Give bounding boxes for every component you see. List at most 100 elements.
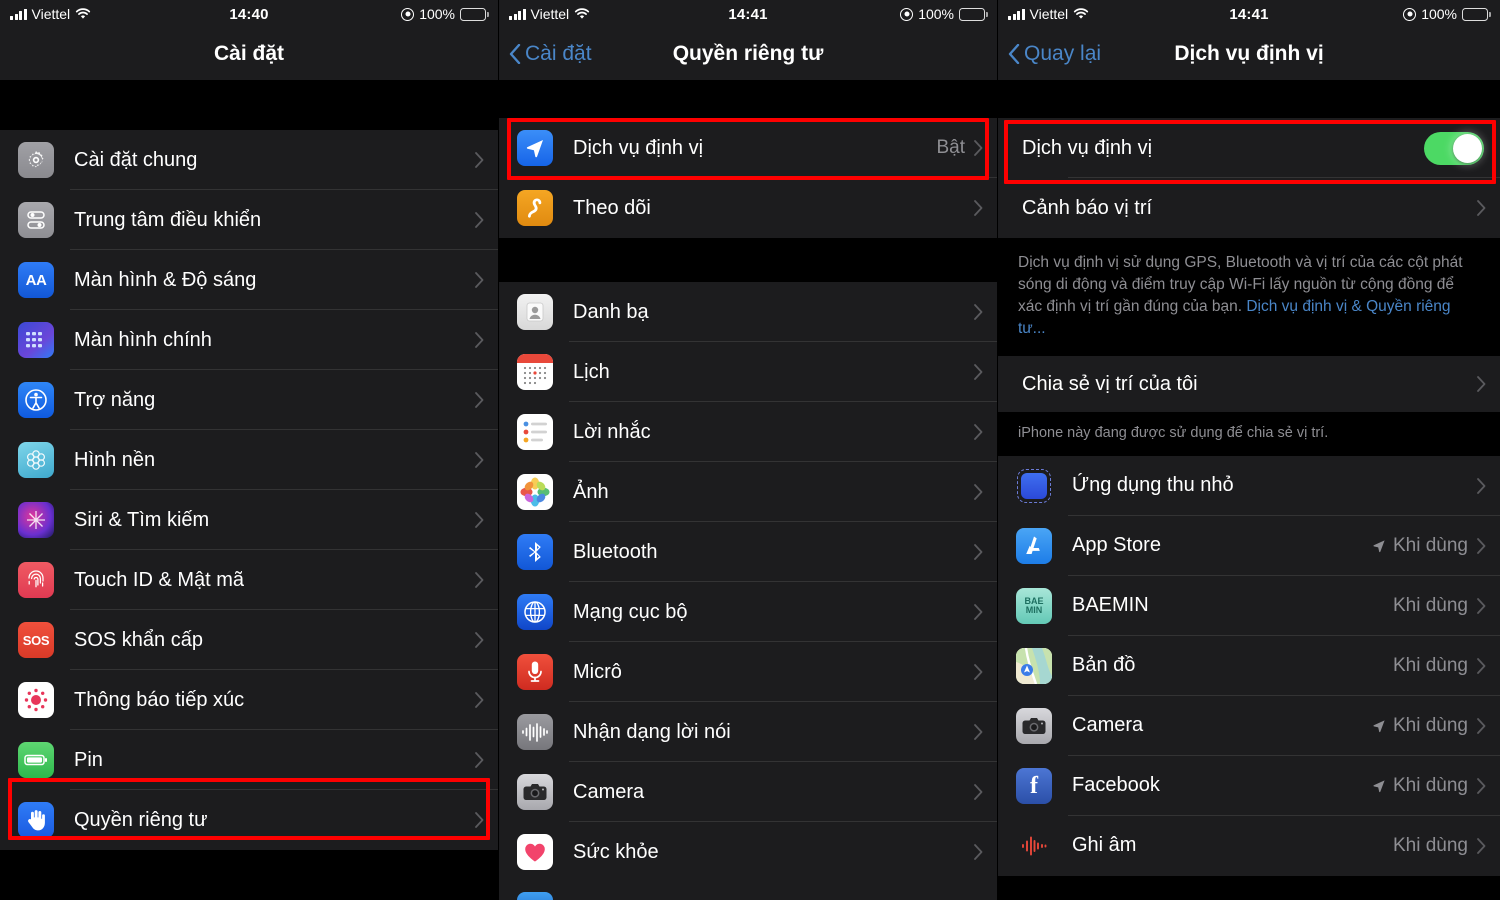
list-item-local-network[interactable]: Mạng cục bộ [499,582,997,642]
back-button-label: Quay lại [1024,42,1102,65]
list-item-tracking[interactable]: Theo dõi [499,178,997,238]
list-item-reminders[interactable]: Lời nhắc [499,402,997,462]
list-item-label: Theo dõi [573,196,651,219]
chevron-right-icon [1477,597,1486,614]
sidebar-item-label: Touch ID & Mật mã [74,568,245,591]
privacy-group-1: Dịch vụ định vị Bật Theo dõi [499,118,997,238]
chevron-right-icon [974,140,983,156]
chevron-left-icon [509,44,521,64]
list-item-photos[interactable]: Ảnh [499,462,997,522]
list-item-camera[interactable]: Camera Khi dùng [998,695,1500,756]
list-item-facebook[interactable]: f Facebook Khi dùng [998,755,1500,816]
phone-screen-location-services: Viettel 14:41 100% Quay lại Dịch vụ định… [998,0,1500,900]
list-item-app-store[interactable]: App Store Khi dùng [998,515,1500,576]
chevron-right-icon [475,152,484,168]
list-item-maps[interactable]: Bản đồ Khi dùng [998,635,1500,696]
sidebar-item-emergency-sos[interactable]: SOS SOS khẩn cấp [0,610,498,670]
back-button-label: Cài đặt [525,42,592,65]
list-item-baemin[interactable]: BAE MIN BAEMIN Khi dùng [998,575,1500,636]
list-item-calendar[interactable]: Lịch [499,342,997,402]
list-item-label: Lời nhắc [573,420,651,443]
battery-icon [18,742,54,778]
sidebar-item-label: Trung tâm điều khiển [74,208,262,231]
sidebar-item-wallpaper[interactable]: Hình nền [0,430,498,490]
section-gap-2 [499,238,997,282]
list-item-contacts[interactable]: Danh bạ [499,282,997,342]
battery-percent-label: 100% [419,6,455,22]
nav-bar: Cài đặt Quyền riêng tư [499,28,997,80]
share-location-note: iPhone này đang được sử dụng để chia sẻ … [998,412,1500,456]
toggle-label: Dịch vụ định vị [1022,136,1153,159]
list-item-value: Khi dùng [1372,535,1468,557]
location-arrow-hollow-icon [1373,539,1385,552]
row-share-my-location[interactable]: Chia sẻ vị trí của tôi [998,356,1500,412]
sidebar-item-general[interactable]: Cài đặt chung [0,130,498,190]
settings-list: Cài đặt chung Trung tâm điều khiển AA Mà… [0,130,498,850]
phone-screen-privacy: Viettel 14:41 100% Cài đặt Quyền riêng t… [499,0,998,900]
privacy-hand-icon [18,802,54,838]
back-button[interactable]: Cài đặt [499,42,592,66]
speech-recognition-icon [517,714,553,750]
bottom-gap [0,850,498,900]
chevron-right-icon [974,200,983,216]
apps-location-list: Ứng dụng thu nhỏ App Store Khi dùng BAE M… [998,455,1500,876]
list-item-value: Khi dùng [1372,775,1468,797]
control-center-icon [18,202,54,238]
chevron-right-icon [1477,777,1486,794]
chevron-right-icon [1477,837,1486,854]
list-item-camera[interactable]: Camera [499,762,997,822]
list-item-label: Lịch [573,360,610,383]
sidebar-item-label: Siri & Tìm kiếm [74,508,210,531]
battery-icon [959,7,988,21]
chevron-right-icon [475,332,484,348]
sidebar-item-siri-search[interactable]: Siri & Tìm kiếm [0,490,498,550]
sidebar-item-touch-id[interactable]: Touch ID & Mật mã [0,550,498,610]
sidebar-item-display-brightness[interactable]: AA Màn hình & Độ sáng [0,250,498,310]
list-item-speech-recognition[interactable]: Nhận dạng lời nói [499,702,997,762]
list-item-label: Bản đồ [1072,654,1136,677]
list-item-mini-app[interactable]: Ứng dụng thu nhỏ [998,455,1500,516]
sidebar-item-exposure-notifications[interactable]: Thông báo tiếp xúc [0,670,498,730]
list-item-value-label: Khi dùng [1392,774,1468,796]
camera-icon [517,774,553,810]
location-arrow-hollow-icon [1373,779,1385,792]
sidebar-item-accessibility[interactable]: Trợ năng [0,370,498,430]
partial-row-peek[interactable] [499,882,997,900]
contacts-icon [517,294,553,330]
list-item-health[interactable]: Sức khỏe [499,822,997,882]
privacy-group-2: Danh bạ Lịch Lời nhắc Ảnh Bluetooth Mạng… [499,282,997,900]
list-item-label: BAEMIN [1072,594,1149,617]
bluetooth-icon [517,534,553,570]
back-button[interactable]: Quay lại [998,42,1101,66]
chevron-right-icon [974,664,983,680]
chevron-right-icon [475,812,484,828]
status-bar-right: 100% [747,6,988,22]
sidebar-item-label: Hình nền [74,448,156,471]
battery-icon [1462,7,1491,21]
list-item-label: Cảnh báo vị trí [1022,196,1153,219]
row-location-services-toggle[interactable]: Dịch vụ định vị [998,118,1500,178]
list-item-location-services[interactable]: Dịch vụ định vị Bật [499,118,997,178]
list-item-value: Khi dùng [1392,834,1468,856]
reminders-icon [517,414,553,450]
location-services-toggle[interactable] [1424,131,1484,165]
list-item-microphone[interactable]: Micrô [499,642,997,702]
chevron-right-icon [1477,376,1486,392]
list-item-voice-memos[interactable]: Ghi âm Khi dùng [998,815,1500,876]
sidebar-item-privacy[interactable]: Quyền riêng tư [0,790,498,850]
sidebar-item-label: Màn hình & Độ sáng [74,268,257,291]
list-item-value: Bật [936,137,965,158]
list-item-bluetooth[interactable]: Bluetooth [499,522,997,582]
row-location-alerts[interactable]: Cảnh báo vị trí [998,178,1500,238]
sidebar-item-home-screen[interactable]: Màn hình chính [0,310,498,370]
tracking-icon [517,190,553,226]
chevron-right-icon [475,512,484,528]
voice-memos-icon [1016,827,1052,864]
gear-icon [18,142,54,178]
sidebar-item-control-center[interactable]: Trung tâm điều khiển [0,190,498,250]
list-item-value: Khi dùng [1392,594,1468,616]
chevron-right-icon [475,452,484,468]
chevron-right-icon [1477,200,1486,216]
sidebar-item-battery[interactable]: Pin [0,730,498,790]
chevron-left-icon [1008,44,1020,64]
